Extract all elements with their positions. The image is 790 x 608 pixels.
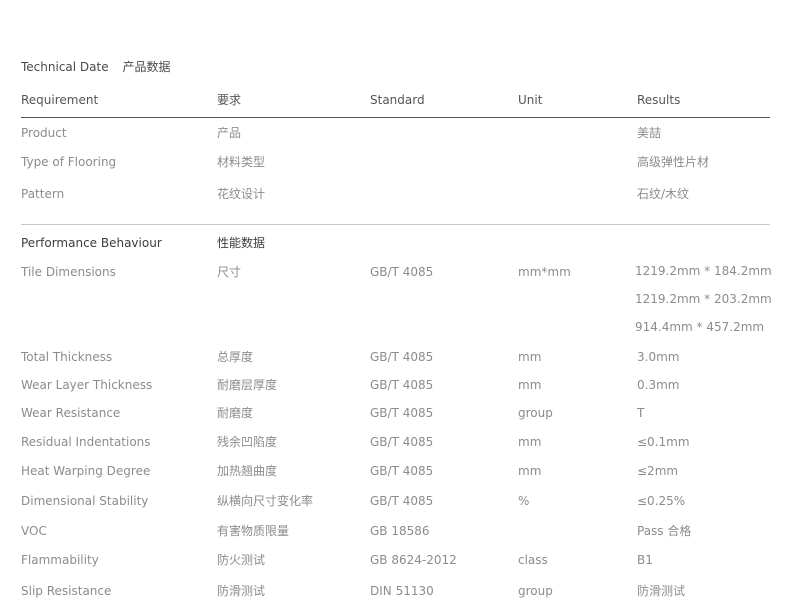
row-label-zh: 尺寸 [217,265,242,279]
row-standard: GB/T 4085 [370,265,434,279]
row-result: 0.3mm [637,378,680,392]
header-results: Results [637,93,681,107]
table-row: Product 产品 美喆 [0,123,790,143]
tile-dimension-result: 1219.2mm * 184.2mm [635,264,772,278]
row-label-zh: 防滑测试 [217,584,266,598]
section-header: Performance Behaviour 性能数据 [0,233,790,253]
title-en: Technical Date [21,60,109,74]
section-title-en: Performance Behaviour [21,236,162,250]
row-unit: mm [518,464,542,478]
title-zh: 产品数据 [122,60,171,74]
row-result: Pass 合格 [637,524,692,538]
section-title-zh: 性能数据 [217,236,266,250]
row-standard: GB/T 4085 [370,435,434,449]
table-row: Dimensional Stability 纵横向尺寸变化率 GB/T 4085… [0,491,790,511]
row-label-zh: 产品 [217,126,242,140]
row-label-zh: 有害物质限量 [217,524,290,538]
row-result: 美喆 [637,126,662,140]
table-row: Pattern 花纹设计 石纹/木纹 [0,184,790,204]
table-row: Total Thickness 总厚度 GB/T 4085 mm 3.0mm [0,347,790,367]
row-standard: GB/T 4085 [370,350,434,364]
row-label-en: VOC [21,524,47,538]
row-unit: class [518,553,548,567]
table-header: Requirement 要求 Standard Unit Results [0,90,790,110]
row-label-zh: 耐磨度 [217,406,254,420]
row-result: ≤0.1mm [637,435,690,449]
row-label-zh: 耐磨层厚度 [217,378,278,392]
row-standard: GB 8624-2012 [370,553,457,567]
row-result: 高级弹性片材 [637,155,710,169]
header-divider [21,117,770,118]
row-unit: group [518,406,553,420]
row-standard: GB/T 4085 [370,494,434,508]
header-requirement-zh: 要求 [217,93,242,107]
row-label-en: Dimensional Stability [21,494,149,508]
row-label-en: Residual Indentations [21,435,151,449]
section-divider [21,224,770,225]
table-row: VOC 有害物质限量 GB 18586 Pass 合格 [0,521,790,541]
header-standard: Standard [370,93,425,107]
row-standard: GB/T 4085 [370,378,434,392]
row-unit: mm [518,378,542,392]
row-result: ≤0.25% [637,494,686,508]
row-standard: GB 18586 [370,524,430,538]
row-label-en: Pattern [21,187,65,201]
row-result: 3.0mm [637,350,680,364]
row-label-zh: 加热翘曲度 [217,464,278,478]
row-standard: GB/T 4085 [370,406,434,420]
row-unit: % [518,494,530,508]
row-label-zh: 残余凹陷度 [217,435,278,449]
row-label-en: Flammability [21,553,99,567]
table-row: Wear Layer Thickness 耐磨层厚度 GB/T 4085 mm … [0,375,790,395]
row-label-en: Total Thickness [21,350,113,364]
row-label-en: Tile Dimensions [21,265,116,279]
row-unit: mm*mm [518,265,571,279]
table-row: Residual Indentations 残余凹陷度 GB/T 4085 mm… [0,432,790,452]
row-label-zh: 纵横向尺寸变化率 [217,494,314,508]
row-label-zh: 花纹设计 [217,187,266,201]
header-unit: Unit [518,93,543,107]
row-label-zh: 材料类型 [217,155,266,169]
row-standard: GB/T 4085 [370,464,434,478]
table-row: Heat Warping Degree 加热翘曲度 GB/T 4085 mm ≤… [0,461,790,481]
row-label-en: Product [21,126,67,140]
table-row: Type of Flooring 材料类型 高级弹性片材 [0,152,790,172]
row-label-zh: 防火测试 [217,553,266,567]
row-result: T [637,406,645,420]
row-unit: group [518,584,553,598]
tile-dimension-result: 1219.2mm * 203.2mm [635,292,772,306]
row-label-en: Wear Layer Thickness [21,378,153,392]
row-label-en: Slip Resistance [21,584,112,598]
table-row: Slip Resistance 防滑测试 DIN 51130 group 防滑测… [0,581,790,601]
document-title: Technical Date 产品数据 [21,58,170,75]
row-label-zh: 总厚度 [217,350,254,364]
row-label-en: Type of Flooring [21,155,117,169]
row-label-en: Heat Warping Degree [21,464,151,478]
row-result: 防滑测试 [637,584,686,598]
row-unit: mm [518,435,542,449]
tile-dimension-result: 914.4mm * 457.2mm [635,320,765,334]
table-row: Wear Resistance 耐磨度 GB/T 4085 group T [0,403,790,423]
row-result: B1 [637,553,653,567]
header-requirement: Requirement [21,93,99,107]
row-result: ≤2mm [637,464,679,478]
row-label-en: Wear Resistance [21,406,121,420]
table-row: Flammability 防火测试 GB 8624-2012 class B1 [0,550,790,570]
row-result: 石纹/木纹 [637,187,690,201]
row-unit: mm [518,350,542,364]
row-standard: DIN 51130 [370,584,434,598]
